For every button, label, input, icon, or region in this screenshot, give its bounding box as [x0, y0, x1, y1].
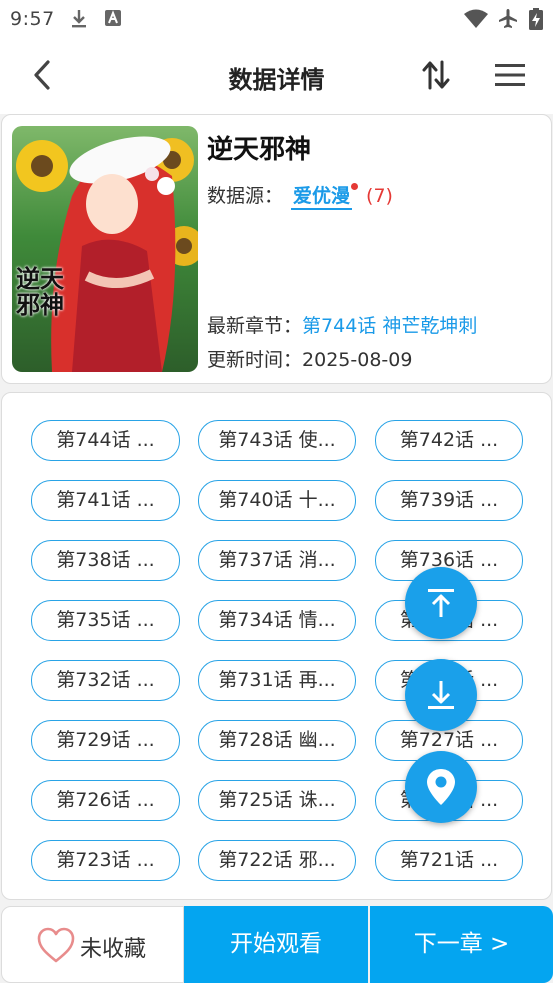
download-icon — [72, 10, 86, 28]
battery-charging-icon — [529, 8, 543, 30]
chapter-list-card: 第744话 ... 第743话 使... 第742话 ... 第741话 ...… — [1, 392, 552, 900]
comic-info-card: 逆天邪神 逆天邪神 数据源： 爱优漫 (7) 最新章节：第744话 神芒乾坤刺 更新… — [1, 114, 552, 384]
chapter-button[interactable]: 第728话 幽... — [198, 720, 356, 761]
page-title: 数据详情 — [228, 66, 325, 94]
chapter-button[interactable]: 第743话 使... — [198, 420, 356, 461]
update-time-row: 更新时间：2025-08-09 — [207, 345, 412, 372]
chapter-button[interactable]: 第726话 ... — [31, 780, 180, 821]
comic-title: 逆天邪神 — [207, 135, 312, 165]
chapter-button[interactable]: 第721话 ... — [375, 840, 523, 881]
location-pin-icon — [427, 769, 455, 805]
chapter-button[interactable]: 第739话 ... — [375, 480, 523, 521]
cover-title-art: 逆天邪神 — [16, 264, 64, 319]
source-count: (7) — [366, 185, 393, 207]
chapter-button[interactable]: 第734话 情... — [198, 600, 356, 641]
app-bar: 数据详情 — [0, 36, 553, 114]
favorite-button[interactable]: 未收藏 — [1, 906, 184, 983]
source-link[interactable]: 爱优漫 — [291, 183, 359, 210]
favorite-label: 未收藏 — [80, 937, 147, 962]
arrow-to-bottom-icon — [428, 681, 454, 709]
chapter-button[interactable]: 第737话 消... — [198, 540, 356, 581]
chapter-button[interactable]: 第731话 再... — [198, 660, 356, 701]
chapter-button[interactable]: 第744话 ... — [31, 420, 180, 461]
latest-chapter-link[interactable]: 第744话 神芒乾坤刺 — [302, 315, 477, 337]
source-label: 数据源： — [207, 185, 284, 207]
data-source-row: 数据源： 爱优漫 (7) — [207, 181, 393, 210]
status-time: 9:57 — [10, 8, 55, 30]
chapter-button[interactable]: 第725话 诛... — [198, 780, 356, 821]
next-chapter-button[interactable]: 下一章 > — [370, 906, 553, 983]
menu-icon[interactable] — [493, 62, 527, 88]
chapter-button[interactable]: 第723话 ... — [31, 840, 180, 881]
chapter-button[interactable]: 第735话 ... — [31, 600, 180, 641]
sort-swap-icon[interactable] — [420, 58, 452, 92]
airplane-mode-icon — [499, 9, 517, 28]
status-bar: 9:57 — [0, 0, 553, 36]
chapter-button[interactable]: 第722话 邪... — [198, 840, 356, 881]
latest-label: 最新章节： — [207, 315, 303, 337]
chapter-button[interactable]: 第742话 ... — [375, 420, 523, 461]
chapter-button[interactable]: 第729话 ... — [31, 720, 180, 761]
chapter-button[interactable]: 第740话 十... — [198, 480, 356, 521]
arrow-to-top-icon — [428, 589, 454, 617]
update-value: 2025-08-09 — [302, 349, 413, 371]
notification-a-icon — [105, 10, 121, 26]
start-reading-button[interactable]: 开始观看 — [184, 906, 368, 983]
source-name: 爱优漫 — [293, 185, 351, 207]
comic-cover-image[interactable]: 逆天邪神 — [12, 126, 198, 372]
scroll-to-top-button[interactable] — [405, 567, 477, 639]
chapter-button[interactable]: 第732话 ... — [31, 660, 180, 701]
locate-current-chapter-button[interactable] — [405, 751, 477, 823]
new-dot-badge — [351, 183, 359, 190]
update-label: 更新时间： — [207, 349, 303, 371]
chapter-button[interactable]: 第741话 ... — [31, 480, 180, 521]
latest-chapter-row: 最新章节：第744话 神芒乾坤刺 — [207, 311, 477, 338]
wifi-icon — [464, 9, 488, 28]
bottom-action-bar: 未收藏 开始观看 下一章 > — [0, 906, 553, 983]
heart-outline-icon — [37, 927, 75, 963]
scroll-to-bottom-button[interactable] — [405, 659, 477, 731]
chapter-button[interactable]: 第738话 ... — [31, 540, 180, 581]
